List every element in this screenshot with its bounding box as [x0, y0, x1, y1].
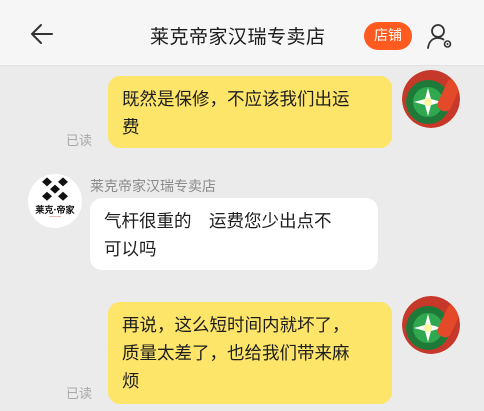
message-text-line: 可以吗 [104, 240, 157, 260]
shop-avatar[interactable]: 莱克·帝家 ——— [28, 174, 82, 228]
shop-logo-subtext: ——— [49, 214, 61, 219]
back-button[interactable] [28, 16, 68, 52]
my-avatar[interactable] [402, 70, 460, 128]
my-avatar[interactable] [402, 296, 460, 354]
my-avatar-image [402, 70, 460, 128]
read-status: 已读 [66, 387, 93, 402]
profile-button[interactable] [426, 22, 454, 50]
page-title: 莱克帝家汉瑞专卖店 [150, 26, 326, 48]
message-text-line: 费 [122, 118, 140, 138]
chat-header: 莱克帝家汉瑞专卖店 店铺 [0, 0, 484, 66]
message-bubble-3[interactable]: 再说，这么短时间内就坏了， 质量太差了，也给我们带来麻 烦 [108, 302, 392, 404]
shop-logo-icon [42, 177, 68, 201]
back-arrow-icon [31, 24, 53, 44]
read-status: 已读 [66, 134, 93, 149]
message-text-line: 质量太差了，也给我们带来麻 [122, 344, 350, 364]
sender-name: 莱克帝家汉瑞专卖店 [90, 179, 216, 195]
user-settings-icon [427, 24, 452, 49]
message-text-line: 气杆很重的 运费您少出点不 [104, 212, 332, 232]
message-text-line: 既然是保修，不应该我们出运 [122, 90, 350, 110]
message-text-line: 烦 [122, 372, 140, 392]
my-avatar-image [402, 296, 460, 354]
store-button[interactable]: 店铺 [364, 22, 412, 50]
message-bubble-2[interactable]: 气杆很重的 运费您少出点不 可以吗 [90, 198, 378, 270]
message-bubble-1[interactable]: 既然是保修，不应该我们出运 费 [108, 76, 392, 148]
message-text-line: 再说，这么短时间内就坏了， [122, 316, 350, 336]
